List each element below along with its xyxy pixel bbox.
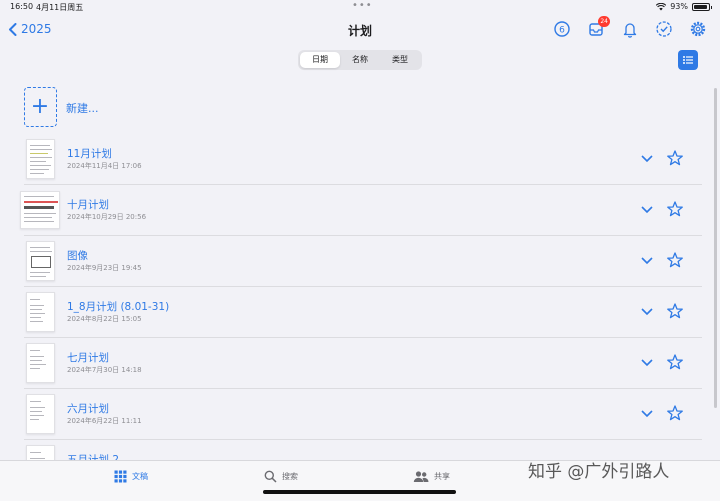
document-thumbnail	[26, 241, 55, 281]
document-thumbnail	[26, 292, 55, 332]
gear-icon[interactable]	[688, 19, 708, 39]
status-bar: 16:50 4月11日周五 ••• 93%	[0, 0, 720, 14]
new-document-label[interactable]: 新建...	[66, 100, 99, 116]
document-row[interactable]: 11月计划 2024年11月4日 17:06	[0, 134, 720, 185]
sort-by-type[interactable]: 类型	[380, 52, 420, 68]
document-row[interactable]: 六月计划 2024年6月22日 11:11	[0, 389, 720, 440]
star-icon[interactable]	[666, 353, 684, 371]
document-thumbnail	[26, 394, 55, 434]
star-icon[interactable]	[666, 251, 684, 269]
document-name: 11月计划	[67, 148, 112, 160]
tab-search[interactable]: 搜索	[264, 470, 298, 483]
new-document-button[interactable]: +	[24, 87, 57, 127]
sort-segmented-control: 日期 名称 类型	[298, 50, 422, 70]
plus-icon: +	[30, 94, 50, 119]
document-name: 十月计划	[67, 199, 109, 211]
grid-icon	[114, 470, 127, 483]
six-icon[interactable]: 6	[552, 19, 572, 39]
document-date: 2024年10月29日 20:56	[67, 213, 147, 221]
sort-by-name[interactable]: 名称	[340, 52, 380, 68]
people-icon	[413, 471, 429, 482]
chevron-down-icon[interactable]	[639, 303, 655, 319]
tab-documents[interactable]: 文稿	[114, 470, 148, 483]
sort-by-date[interactable]: 日期	[300, 52, 340, 68]
status-date: 4月11日周五	[36, 3, 84, 12]
star-icon[interactable]	[666, 404, 684, 422]
document-name: 七月计划	[67, 352, 109, 364]
status-right: 93%	[656, 2, 712, 11]
star-icon[interactable]	[666, 149, 684, 167]
document-date: 2024年8月22日 15:05	[67, 315, 142, 323]
search-icon	[264, 470, 277, 483]
document-thumbnail	[26, 343, 55, 383]
document-name: 六月计划	[67, 403, 109, 415]
chevron-down-icon[interactable]	[639, 354, 655, 370]
document-name: 1_8月计划 (8.01-31)	[67, 301, 170, 313]
document-row[interactable]: 七月计划 2024年7月30日 14:18	[0, 338, 720, 389]
document-thumbnail	[26, 139, 55, 179]
inbox-icon[interactable]: 24	[586, 16, 610, 39]
status-time: 16:50	[10, 2, 34, 11]
chevron-down-icon[interactable]	[639, 405, 655, 421]
tab-label: 搜索	[282, 472, 298, 481]
document-name: 图像	[67, 250, 88, 262]
watermark: 知乎 @广外引路人	[528, 462, 670, 482]
home-indicator[interactable]	[263, 490, 456, 494]
tab-label: 文稿	[132, 472, 148, 481]
chevron-down-icon[interactable]	[639, 150, 655, 166]
star-icon[interactable]	[666, 302, 684, 320]
check-circle-icon[interactable]	[654, 19, 674, 39]
document-row[interactable]: 十月计划 2024年10月29日 20:56	[0, 185, 720, 236]
multitask-dots-icon[interactable]: •••	[352, 0, 373, 11]
battery-icon	[692, 2, 712, 11]
document-date: 2024年9月23日 19:45	[67, 264, 142, 272]
document-date: 2024年6月22日 11:11	[67, 417, 142, 425]
document-row[interactable]: 图像 2024年9月23日 19:45	[0, 236, 720, 287]
tab-shared[interactable]: 共享	[413, 470, 450, 483]
list-view-toggle[interactable]	[678, 50, 698, 70]
nav-actions: 6 24	[552, 16, 708, 39]
notification-badge: 24	[598, 16, 610, 27]
tab-label: 共享	[434, 472, 450, 481]
chevron-down-icon[interactable]	[639, 252, 655, 268]
scrollbar[interactable]	[714, 88, 717, 408]
wifi-icon	[656, 2, 667, 10]
battery-percent: 93%	[670, 2, 688, 11]
nav-bar: 2025 计划 6 24	[0, 14, 720, 48]
chevron-down-icon[interactable]	[639, 201, 655, 217]
document-date: 2024年11月4日 17:06	[67, 162, 142, 170]
document-thumbnail	[20, 191, 60, 229]
document-date: 2024年7月30日 14:18	[67, 366, 142, 374]
bell-icon[interactable]	[620, 19, 640, 39]
star-icon[interactable]	[666, 200, 684, 218]
document-row[interactable]: 1_8月计划 (8.01-31) 2024年8月22日 15:05	[0, 287, 720, 338]
list-icon	[683, 56, 693, 64]
svg-text:6: 6	[559, 26, 565, 36]
